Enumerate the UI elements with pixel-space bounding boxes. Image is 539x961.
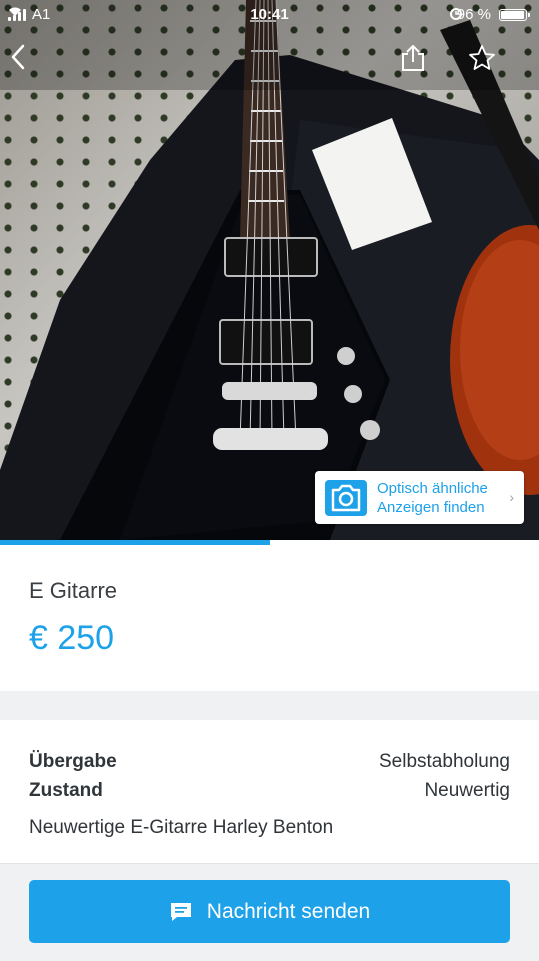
chevron-left-icon	[11, 44, 25, 70]
detail-key: Übergabe	[29, 751, 117, 772]
send-message-label: Nachricht senden	[206, 899, 371, 923]
listing-title: E Gitarre	[29, 578, 118, 603]
message-icon	[170, 902, 191, 921]
favorite-button[interactable]	[468, 44, 504, 80]
visual-search-text: Optisch ähnliche Anzeigen finden	[377, 479, 488, 517]
share-button[interactable]	[400, 44, 436, 80]
visual-search-line1: Optisch ähnliche	[377, 479, 488, 497]
detail-row-handover: Übergabe Selbstabholung	[29, 751, 510, 773]
detail-value: Selbstabholung	[379, 751, 510, 772]
listing-photo[interactable]: A1 10:41 96 % Optisch ähnliche Anzeigen …	[0, 0, 539, 540]
detail-key: Zustand	[29, 780, 103, 801]
send-message-button[interactable]: Nachricht senden	[29, 880, 510, 943]
status-right: 96 %	[449, 6, 530, 23]
visual-search-button[interactable]: Optisch ähnliche Anzeigen finden ›	[315, 471, 524, 524]
star-icon	[469, 45, 495, 70]
listing-details-card: Übergabe Selbstabholung Zustand Neuwerti…	[0, 720, 539, 865]
status-bar: A1 10:41 96 %	[0, 0, 539, 30]
detail-row-condition: Zustand Neuwertig	[29, 780, 510, 802]
share-icon	[402, 45, 424, 71]
listing-price: € 250	[29, 619, 115, 657]
camera-icon	[325, 479, 367, 516]
detail-value: Neuwertig	[424, 780, 510, 801]
listing-summary-card: E Gitarre € 250	[0, 545, 539, 691]
chevron-right-icon: ›	[509, 489, 514, 505]
guitar-photo-illustration	[0, 0, 539, 540]
back-button[interactable]	[10, 44, 46, 80]
listing-description: Neuwertige E-Gitarre Harley Benton	[29, 817, 334, 838]
bottom-action-bar: Nachricht senden	[0, 863, 539, 961]
visual-search-line2: Anzeigen finden	[377, 498, 485, 516]
battery-icon	[499, 8, 530, 21]
